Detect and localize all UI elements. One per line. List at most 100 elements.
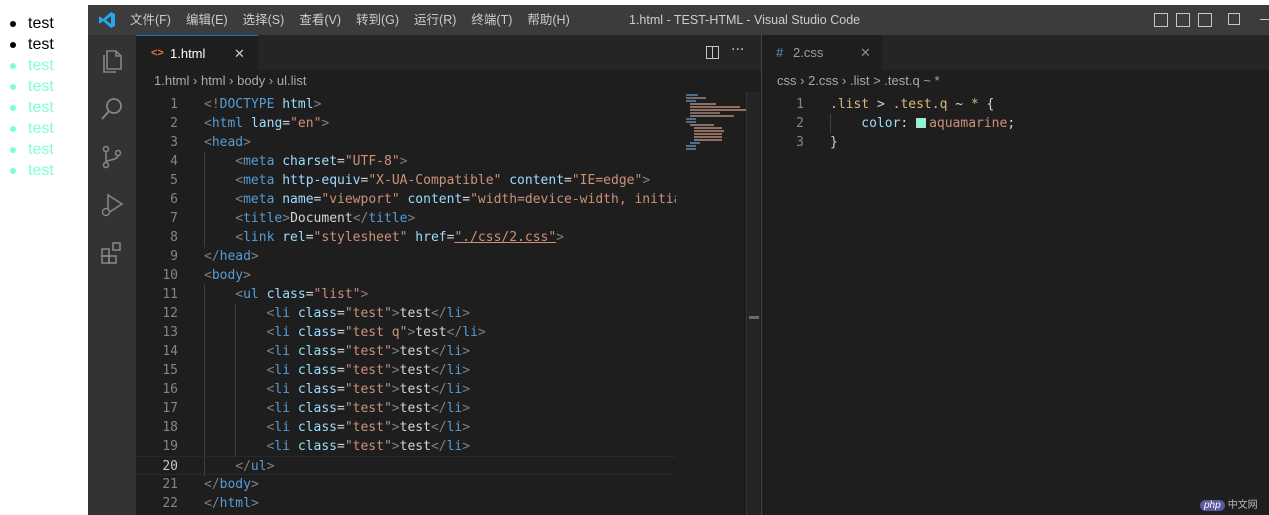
vertical-scrollbar[interactable]	[746, 92, 760, 515]
code-token: >	[391, 420, 400, 435]
preview-list-item: test	[10, 139, 54, 160]
code-token: ;	[1007, 116, 1016, 131]
list-bullet	[10, 168, 16, 174]
menu-item[interactable]: 文件(F)	[130, 5, 171, 35]
run-debug-icon[interactable]	[98, 191, 126, 219]
code-token: li	[274, 439, 291, 454]
code-token: "list"	[313, 287, 361, 302]
customize-layout-icon[interactable]	[1228, 13, 1240, 25]
breadcrumb-item[interactable]: 2.css	[808, 73, 838, 88]
menu-item[interactable]: 查看(V)	[299, 5, 341, 35]
code-token: >	[462, 420, 471, 435]
code-text: </ul>	[235, 457, 274, 476]
extensions-icon[interactable]	[98, 239, 126, 267]
code-line: 6 <meta name="viewport" content="width=de…	[136, 190, 676, 209]
code-line: 14 <li class="test">test</li>	[136, 342, 676, 361]
code-token: ul	[243, 287, 259, 302]
code-token: =	[305, 230, 314, 245]
indent-guide	[204, 152, 205, 171]
code-token: class	[297, 401, 337, 416]
menu-item[interactable]: 终端(T)	[471, 5, 512, 35]
line-number: 1	[170, 97, 178, 112]
tab-bar-right: # 2.css ✕	[762, 35, 1269, 70]
menu-item[interactable]: 选择(S)	[243, 5, 285, 35]
code-token: >	[391, 401, 400, 416]
breadcrumb-item[interactable]: body	[237, 73, 265, 88]
code-text: <li class="test q">test</li>	[267, 323, 486, 342]
search-icon[interactable]	[98, 95, 126, 123]
vscode-logo-icon	[99, 12, 115, 28]
files-icon[interactable]	[98, 47, 126, 75]
more-actions-icon[interactable]: ···	[731, 35, 744, 65]
indent-guide	[235, 361, 237, 380]
minimize-button[interactable]	[1260, 19, 1269, 20]
code-token: ul	[250, 459, 267, 474]
menu-item[interactable]: 编辑(E)	[186, 5, 228, 35]
breadcrumb-item[interactable]: html	[201, 73, 226, 88]
code-text: <meta charset="UTF-8">	[235, 152, 407, 171]
menu-item[interactable]: 帮助(H)	[527, 5, 569, 35]
breadcrumb-item[interactable]: ul.list	[277, 73, 307, 88]
menu-item[interactable]: 转到(G)	[356, 5, 399, 35]
breadcrumb-item[interactable]: .list > .test.q ~ *	[850, 73, 940, 88]
tab-1-html[interactable]: <> 1.html ✕	[136, 35, 258, 70]
code-token: ~	[947, 97, 971, 112]
indent-guide	[204, 304, 205, 323]
menu-item[interactable]: 运行(R)	[414, 5, 456, 35]
scrollbar-thumb[interactable]	[749, 316, 759, 319]
code-text: </head>	[204, 247, 259, 266]
code-token: Document	[290, 211, 353, 226]
list-bullet	[10, 42, 16, 48]
code-line: 1 .list > .test.q ~ * {	[762, 95, 1269, 114]
code-line: 20 </ul>	[136, 456, 676, 476]
line-number: 10	[162, 268, 178, 283]
code-token: </	[204, 496, 220, 511]
code-token: "test"	[344, 382, 392, 397]
tab-2-css[interactable]: # 2.css ✕	[762, 35, 882, 70]
code-token: <	[204, 268, 212, 283]
source-control-icon[interactable]	[98, 143, 126, 171]
code-token: aquamarine	[929, 116, 1008, 131]
toggle-primary-sidebar-icon[interactable]	[1154, 13, 1168, 27]
code-area-left[interactable]: 1 <!DOCTYPE html> 2 <html lang="en"> 3 <head>…	[136, 92, 676, 515]
tab-bar-left: <> 1.html ✕ ···	[136, 35, 761, 70]
close-icon[interactable]: ✕	[234, 36, 245, 71]
code-text: <body>	[204, 266, 251, 285]
toggle-panel-icon[interactable]	[1176, 13, 1190, 27]
code-token: head	[211, 135, 244, 150]
code-token: <	[235, 287, 244, 302]
code-token: html	[219, 496, 251, 511]
code-token: =	[337, 401, 345, 416]
code-token: li	[446, 382, 463, 397]
minimap[interactable]	[676, 92, 746, 515]
code-token: li	[462, 325, 478, 340]
chevron-right-icon: ›	[189, 73, 201, 88]
code-token: content	[509, 173, 565, 188]
code-area-right[interactable]: 1 .list > .test.q ~ * {2 color: aquamarine…	[762, 92, 1269, 515]
indent-guide	[204, 418, 205, 437]
color-swatch[interactable]	[916, 118, 927, 128]
code-token: }	[830, 135, 838, 150]
code-token: class	[297, 439, 337, 454]
code-token: </	[430, 363, 447, 378]
indent-guide	[204, 342, 205, 361]
code-token: >	[477, 325, 486, 340]
code-token: lang	[250, 116, 283, 131]
line-number: 20	[162, 459, 178, 474]
toggle-secondary-sidebar-icon[interactable]	[1198, 13, 1212, 27]
code-token: >	[360, 287, 369, 302]
code-line: 7 <title>Document</title>	[136, 209, 676, 228]
code-token: li	[274, 382, 291, 397]
code-token: meta	[243, 154, 275, 169]
breadcrumb-right: css › 2.css › .list > .test.q ~ *	[777, 70, 940, 92]
code-token: li	[446, 363, 463, 378]
breadcrumb-item[interactable]: css	[777, 73, 797, 88]
indent-guide	[204, 190, 205, 209]
code-token: >	[462, 439, 471, 454]
breadcrumb-item[interactable]: 1.html	[154, 73, 189, 88]
code-token: li	[274, 344, 291, 359]
close-icon[interactable]: ✕	[860, 35, 871, 70]
